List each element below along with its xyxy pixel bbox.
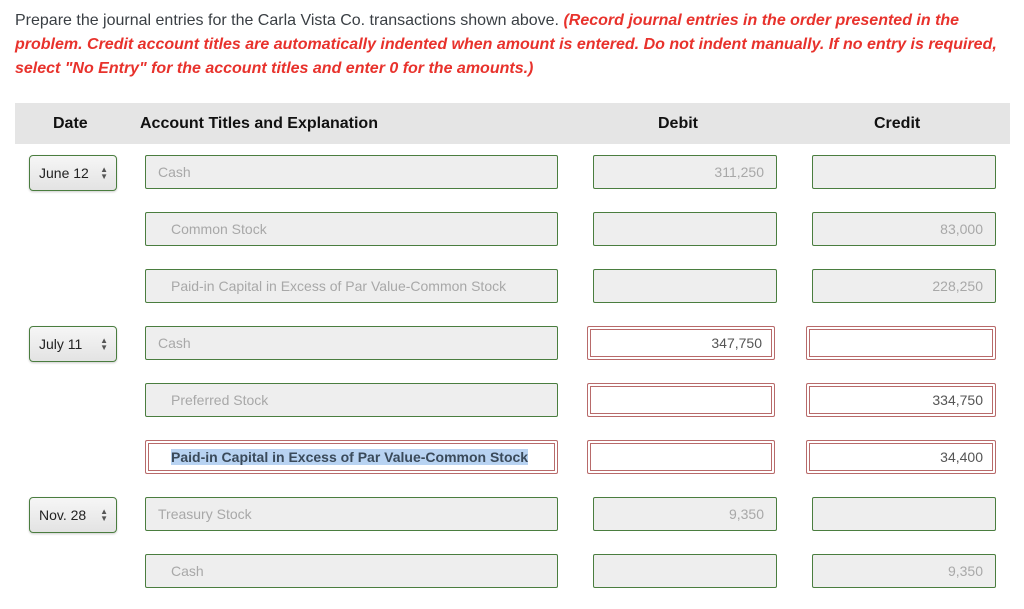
header-date: Date	[53, 115, 88, 132]
debit-field[interactable]	[593, 554, 777, 588]
account-title-field[interactable]: Preferred Stock	[145, 383, 558, 417]
account-title-field[interactable]: Paid-in Capital in Excess of Par Value-C…	[145, 269, 558, 303]
account-title-field[interactable]: Cash	[145, 155, 558, 189]
credit-field[interactable]: 228,250	[812, 269, 996, 303]
credit-field[interactable]: 83,000	[812, 212, 996, 246]
debit-field-incorrect[interactable]	[587, 440, 775, 474]
credit-field[interactable]	[812, 497, 996, 531]
up-down-arrows-icon: ▲ ▼	[100, 165, 108, 181]
account-title-field[interactable]: Cash	[145, 554, 558, 588]
debit-field[interactable]: 9,350	[593, 497, 777, 531]
credit-field-incorrect[interactable]	[806, 326, 996, 360]
account-title-field[interactable]: Cash	[145, 326, 558, 360]
journal-row: Common Stock 83,000	[0, 212, 1024, 248]
debit-field[interactable]	[593, 212, 777, 246]
up-down-arrows-icon: ▲ ▼	[100, 507, 108, 523]
journal-table-header: Date Account Titles and Explanation Debi…	[15, 103, 1010, 144]
journal-row: Preferred Stock 334,750	[0, 383, 1024, 419]
credit-field-incorrect[interactable]: 34,400	[806, 440, 996, 474]
debit-field[interactable]	[593, 269, 777, 303]
journal-row: Paid-in Capital in Excess of Par Value-C…	[0, 269, 1024, 305]
date-value: June 12	[39, 165, 89, 181]
account-title-field[interactable]: Treasury Stock	[145, 497, 558, 531]
instructions-plain: Prepare the journal entries for the Carl…	[15, 12, 564, 29]
journal-row: Cash 9,350	[0, 554, 1024, 590]
date-select[interactable]: July 11 ▲ ▼	[29, 326, 117, 362]
instructions-text: Prepare the journal entries for the Carl…	[15, 9, 1015, 81]
account-title-field-incorrect[interactable]: Paid-in Capital in Excess of Par Value-C…	[145, 440, 558, 474]
date-value: July 11	[39, 336, 83, 352]
debit-field[interactable]: 311,250	[593, 155, 777, 189]
up-down-arrows-icon: ▲ ▼	[100, 336, 108, 352]
header-account-titles: Account Titles and Explanation	[140, 115, 378, 132]
journal-row: Nov. 28 ▲ ▼ Treasury Stock 9,350	[0, 497, 1024, 533]
credit-field[interactable]: 9,350	[812, 554, 996, 588]
debit-field-incorrect[interactable]	[587, 383, 775, 417]
credit-field-incorrect[interactable]: 334,750	[806, 383, 996, 417]
date-value: Nov. 28	[39, 507, 87, 523]
header-debit: Debit	[658, 115, 698, 132]
date-select[interactable]: June 12 ▲ ▼	[29, 155, 117, 191]
journal-row: Paid-in Capital in Excess of Par Value-C…	[0, 440, 1024, 476]
selected-account-text: Paid-in Capital in Excess of Par Value-C…	[171, 449, 529, 465]
journal-row: June 12 ▲ ▼ Cash 311,250	[0, 155, 1024, 191]
debit-field-incorrect[interactable]: 347,750	[587, 326, 775, 360]
header-credit: Credit	[874, 115, 921, 132]
date-select[interactable]: Nov. 28 ▲ ▼	[29, 497, 117, 533]
account-title-field[interactable]: Common Stock	[145, 212, 558, 246]
journal-row: July 11 ▲ ▼ Cash 347,750	[0, 326, 1024, 362]
credit-field[interactable]	[812, 155, 996, 189]
